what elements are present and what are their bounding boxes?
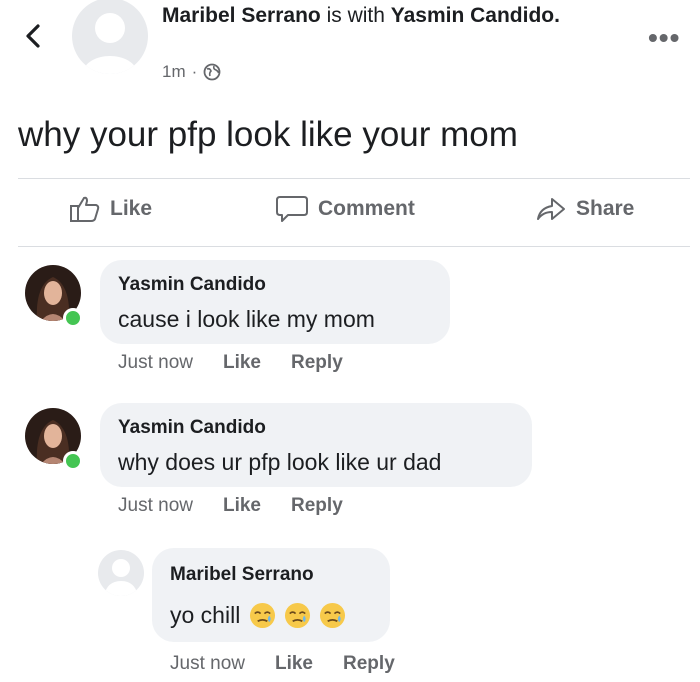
globe-icon (203, 63, 221, 81)
divider (18, 178, 690, 179)
reply-author-avatar[interactable] (98, 550, 144, 596)
with-text: is with (320, 4, 391, 27)
comment-author[interactable]: Yasmin Candido (118, 274, 266, 296)
like-button[interactable]: Like (68, 194, 152, 224)
comment-actions: Just now Like Reply (118, 352, 343, 374)
comment-reply-button[interactable]: Reply (291, 495, 343, 517)
chevron-left-icon (26, 24, 40, 48)
comment-author[interactable]: Yasmin Candido (118, 417, 266, 439)
comment-text: why does ur pfp look like ur dad (118, 449, 442, 475)
comment-label: Comment (318, 197, 415, 220)
reply-like-button[interactable]: Like (275, 653, 313, 675)
comment-like-button[interactable]: Like (223, 495, 261, 517)
share-button[interactable]: Share (534, 194, 634, 224)
reply-actions: Just now Like Reply (170, 653, 395, 675)
sad-relieved-face-icon (249, 602, 275, 629)
sad-relieved-face-icon (320, 602, 346, 629)
author-name[interactable]: Maribel Serrano (162, 4, 321, 27)
comment-text: cause i look like my mom (118, 306, 375, 332)
default-profile-icon (82, 13, 138, 74)
back-button[interactable] (18, 16, 48, 56)
author-avatar[interactable] (72, 0, 148, 74)
comment-button[interactable]: Comment (274, 194, 415, 224)
more-options-button[interactable]: ••• (648, 22, 680, 54)
post-time[interactable]: 1m (162, 62, 186, 82)
reply-text: yo chill (170, 602, 241, 628)
tagged-name[interactable]: Yasmin Candido. (391, 4, 560, 27)
comment-bubble-icon (276, 196, 308, 222)
reply-author[interactable]: Maribel Serrano (170, 564, 314, 586)
share-arrow-icon (537, 198, 565, 220)
post-meta: 1m · (162, 62, 221, 82)
reply-reply-button[interactable]: Reply (343, 653, 395, 675)
default-profile-icon (104, 559, 138, 596)
online-status-dot (63, 451, 83, 471)
comment-time[interactable]: Just now (118, 352, 193, 374)
reply-time[interactable]: Just now (170, 653, 245, 675)
sad-relieved-face-icon (285, 602, 311, 629)
share-label: Share (576, 197, 635, 220)
comment-actions: Just now Like Reply (118, 495, 343, 517)
meta-separator: · (191, 62, 198, 81)
comment-reply-button[interactable]: Reply (291, 352, 343, 374)
comment-time[interactable]: Just now (118, 495, 193, 517)
like-label: Like (110, 197, 153, 220)
online-status-dot (63, 308, 83, 328)
comment-like-button[interactable]: Like (223, 352, 261, 374)
comment-bubble: Yasmin Candido cause i look like my mom (100, 260, 450, 344)
divider (18, 246, 690, 247)
reply-bubble: Maribel Serrano yo chill (152, 548, 390, 642)
post-text: why your pfp look like your mom (18, 115, 518, 154)
thumbs-up-icon (70, 196, 100, 222)
post-author-line: Maribel Serrano is with Yasmin Candido. (162, 2, 582, 30)
reply-text-line: yo chill (170, 602, 346, 629)
comment-bubble: Yasmin Candido why does ur pfp look like… (100, 403, 532, 487)
